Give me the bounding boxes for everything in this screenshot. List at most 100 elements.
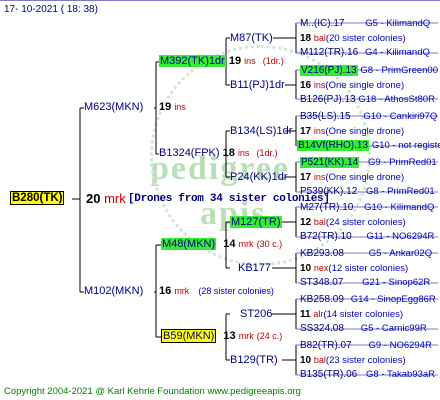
- gen4-tag: G9 - NO6294R: [368, 340, 432, 351]
- gen4-name: M..(IC).17: [300, 18, 345, 29]
- gen2-queen-d-unit: mrk: [238, 331, 254, 341]
- gen4-row[interactable]: SS324.08 G5 - Carnic99R: [300, 322, 427, 335]
- gen4-unit: ins: [313, 126, 326, 136]
- gen4-row[interactable]: KB293.08 G5 - Ankar02Q: [300, 247, 432, 260]
- sire-queen[interactable]: M623(MKN): [84, 101, 143, 114]
- root-score: 20 mrk: [86, 192, 126, 205]
- gen4-name: ST348.07: [300, 277, 344, 288]
- gen4-desc: (14 sister colonies): [323, 309, 404, 320]
- gen4-row[interactable]: B82(TR).07 G9 - NO6294R: [300, 339, 432, 352]
- gen4-score-row: 17 ins(One single drone): [300, 125, 404, 138]
- gen4-row[interactable]: B135(TR).06 G8 - Takab93aR: [300, 368, 435, 381]
- pedigree-chart: { "header": { "date": "17- 10-2021 ( 18:…: [0, 0, 440, 400]
- gen4-row[interactable]: B35(LS).15 G10 - Cankiri97Q: [300, 110, 437, 123]
- gen4-row[interactable]: P521(KK).14 G9 - PrimRed01: [300, 156, 437, 169]
- gen4-desc: (One single drone): [325, 126, 405, 137]
- gen4-tag: G8 - PrimGreen00: [360, 65, 438, 76]
- gen4-desc: (20 sister colonies): [325, 33, 406, 44]
- gen4-desc: (One single drone): [325, 80, 405, 91]
- gen4-name: M112(TR).16: [300, 47, 359, 58]
- root-queen[interactable]: B280(TK): [10, 191, 65, 205]
- gen2-queen-a-unit: ins: [244, 56, 256, 66]
- gen3-queen-b2[interactable]: P24(KK)1dr: [230, 171, 287, 184]
- gen4-name: M27(TR).10: [300, 202, 354, 213]
- gen4-count: 10: [300, 263, 312, 274]
- gen4-desc: (24 sister colonies): [325, 217, 406, 228]
- gen4-name: B135(TR).06: [300, 369, 358, 380]
- dam-score: 16 mrk (28 sister colonies): [159, 285, 274, 298]
- gen4-name: P521(KK).14: [300, 157, 360, 168]
- gen3-queen-d1[interactable]: ST206: [240, 308, 272, 321]
- gen2-queen-a-count: 19: [228, 55, 242, 67]
- gen4-row[interactable]: M..(IC).17 G5 - KilimandQ: [300, 17, 430, 30]
- gen2-queen-c-unit: mrk: [238, 239, 254, 249]
- gen4-unit: bal: [313, 355, 326, 365]
- gen2-queen-c[interactable]: M48(MKN) 14 mrk (30 c.): [161, 238, 282, 251]
- gen4-score-row: 11 alr(14 sister colonies): [300, 308, 403, 321]
- root-score-count: 20: [86, 191, 101, 206]
- gen4-tag: G18 - AthosSt80R: [358, 94, 435, 105]
- gen4-tag: G10 - not registe: [371, 140, 440, 151]
- gen4-row[interactable]: P539(KK).12 G8 - PrimRed01: [300, 185, 435, 198]
- gen4-desc: (23 sister colonies): [325, 355, 406, 366]
- gen3-queen-d2[interactable]: B129(TR): [230, 354, 278, 367]
- sire-score: 19 ins: [159, 101, 186, 114]
- gen3-queen-b1[interactable]: B134(LS)1dr: [230, 125, 292, 138]
- gen2-queen-d-count: 13: [223, 330, 236, 342]
- gen4-tag: G5 - Ankar02Q: [368, 248, 433, 259]
- gen4-score-row: 10 bal(23 sister colonies): [300, 354, 406, 367]
- gen2-queen-c-label: M48(MKN): [161, 238, 217, 250]
- gen4-desc: (One single drone): [325, 172, 405, 183]
- gen2-queen-d-note: (24 c.): [256, 331, 283, 341]
- gen4-tag: G9 - PrimRed01: [368, 157, 437, 168]
- gen2-queen-a[interactable]: M392(TK)1dr 19 ins (1dr.): [159, 55, 284, 68]
- gen3-queen-c1[interactable]: M127(TR): [230, 216, 282, 229]
- gen4-name: B82(TR).07: [300, 340, 352, 351]
- gen4-name: KB258.09: [300, 294, 344, 305]
- gen4-unit: ins: [313, 80, 326, 90]
- gen4-tag: G21 - Sinop62R: [362, 277, 431, 288]
- date-stamp: 17- 10-2021 ( 18: 38): [4, 4, 98, 15]
- gen2-queen-a-label: M392(TK)1dr: [159, 55, 226, 67]
- gen4-row[interactable]: ST348.07 G21 - Sinop62R: [300, 276, 430, 289]
- gen4-name: B72(TR).10: [300, 231, 352, 242]
- gen4-name: B14Vf(RHO).13: [297, 140, 370, 151]
- gen4-count: 16: [300, 80, 312, 91]
- gen4-tag: G14 - SinopEgg86R: [350, 294, 436, 305]
- gen4-count: 10: [300, 355, 312, 366]
- gen4-unit: bal: [313, 217, 326, 227]
- gen4-tag: G8 - Takab93aR: [366, 369, 436, 380]
- gen4-score-row: 18 bal(20 sister colonies): [300, 32, 406, 45]
- gen4-row[interactable]: V216(PJ).13 G8 - PrimGreen00: [300, 64, 438, 77]
- gen4-row[interactable]: KB258.09 G14 - SinopEgg86R: [300, 293, 436, 306]
- gen2-queen-d[interactable]: B59(MKN) 13 mrk (24 c.): [161, 329, 283, 343]
- root-queen-label: B280(TK): [10, 191, 65, 205]
- gen4-unit: ins: [313, 172, 326, 182]
- gen4-row[interactable]: M27(TR).10 G10 - KilimandQ: [300, 201, 434, 214]
- gen4-score-row: 10 nex(12 sister colonies): [300, 262, 408, 275]
- gen4-unit: bal: [313, 33, 326, 43]
- dam-sister-note: (28 sister colonies): [198, 286, 274, 296]
- gen3-queen-c1-label: M127(TR): [230, 216, 282, 228]
- gen4-score-row: 12 bal(24 sister colonies): [300, 216, 406, 229]
- gen3-queen-a1[interactable]: M87(TK): [230, 32, 273, 45]
- gen3-queen-a2[interactable]: B11(PJ)1dr: [230, 79, 285, 92]
- dam-queen[interactable]: M102(MKN): [84, 285, 143, 298]
- sire-score-unit: ins: [174, 102, 186, 112]
- gen3-queen-c2[interactable]: KB177: [238, 262, 271, 275]
- gen2-queen-b-label: B1324(FPK): [159, 147, 220, 159]
- gen4-row[interactable]: B14Vf(RHO).13 G10 - not registe: [297, 139, 440, 152]
- gen4-row[interactable]: M112(TR).16 G4 - KilimandQ: [300, 46, 430, 59]
- gen4-unit: nex: [313, 263, 329, 273]
- gen2-queen-b[interactable]: B1324(FPK) 18 ins (1dr.): [159, 147, 278, 160]
- gen4-name: B126(PJ).13: [300, 94, 356, 105]
- gen4-desc: (12 sister colonies): [328, 263, 409, 274]
- gen4-tag: G10 - Cankiri97Q: [363, 111, 438, 122]
- dam-queen-label: M102(MKN): [84, 285, 144, 297]
- gen4-count: 17: [300, 126, 312, 137]
- gen4-row[interactable]: B126(PJ).13 G18 - AthosSt80R: [300, 93, 435, 106]
- gen4-tag: G4 - KilimandQ: [364, 47, 430, 58]
- gen2-queen-b-note: (1dr.): [256, 148, 278, 158]
- dam-score-unit: mrk: [174, 286, 190, 296]
- gen4-row[interactable]: B72(TR).10 G11 - NO6294R: [300, 230, 434, 243]
